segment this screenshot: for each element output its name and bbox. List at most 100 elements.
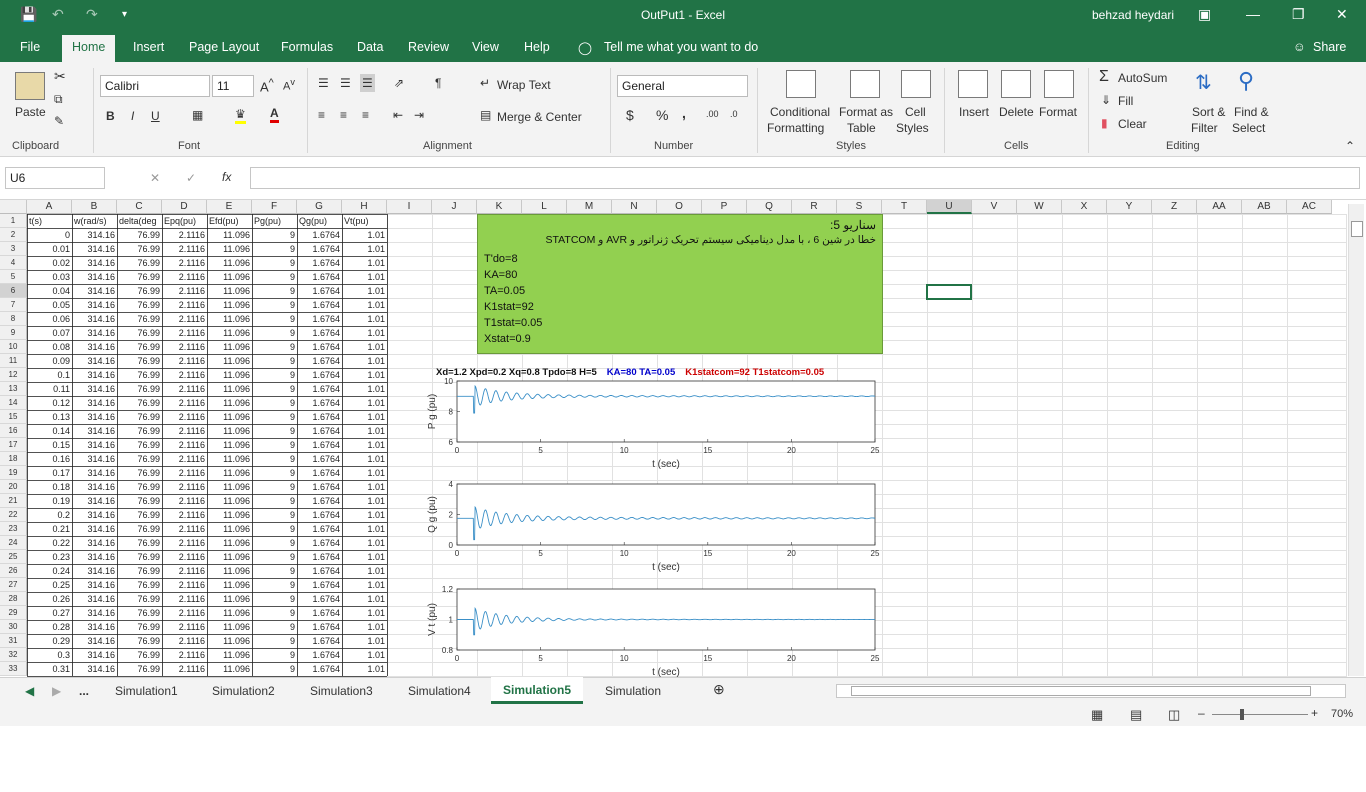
data-cell[interactable]: 9 xyxy=(252,606,297,620)
fill-color-icon[interactable]: ♛ xyxy=(235,107,246,124)
data-cell[interactable]: 76.99 xyxy=(117,634,162,648)
tab-file[interactable]: File xyxy=(20,40,40,54)
sheet-tab-simulation5[interactable]: Simulation5 xyxy=(491,677,584,704)
data-cell[interactable]: 1.01 xyxy=(342,466,387,480)
bold-button[interactable]: B xyxy=(106,109,115,123)
data-cell[interactable]: 0.11 xyxy=(27,382,72,396)
data-cell[interactable]: 314.16 xyxy=(72,592,117,606)
column-header-k[interactable]: K xyxy=(477,200,522,214)
data-cell[interactable]: 76.99 xyxy=(117,508,162,522)
header-cell[interactable]: Vt(pu) xyxy=(342,214,387,228)
data-cell[interactable]: 76.99 xyxy=(117,368,162,382)
data-cell[interactable]: 2.1116 xyxy=(162,284,207,298)
data-cell[interactable]: 314.16 xyxy=(72,354,117,368)
data-cell[interactable]: 2.1116 xyxy=(162,522,207,536)
data-cell[interactable]: 11.096 xyxy=(207,298,252,312)
data-cell[interactable]: 0.01 xyxy=(27,242,72,256)
data-cell[interactable]: 9 xyxy=(252,634,297,648)
decrease-decimal-icon[interactable]: .0 xyxy=(730,109,738,119)
delete-cells-icon[interactable] xyxy=(1001,70,1031,98)
data-cell[interactable]: 2.1116 xyxy=(162,340,207,354)
data-cell[interactable]: 11.096 xyxy=(207,438,252,452)
find-select-button[interactable]: Find & xyxy=(1234,105,1269,119)
data-cell[interactable]: 0.09 xyxy=(27,354,72,368)
data-cell[interactable]: 11.096 xyxy=(207,326,252,340)
data-cell[interactable]: 1.01 xyxy=(342,578,387,592)
data-cell[interactable]: 11.096 xyxy=(207,522,252,536)
data-cell[interactable]: 0.03 xyxy=(27,270,72,284)
column-header-u[interactable]: U xyxy=(927,200,972,214)
column-header-b[interactable]: B xyxy=(72,200,117,214)
row-header-6[interactable]: 6 xyxy=(0,284,27,298)
data-cell[interactable]: 1.01 xyxy=(342,228,387,242)
data-cell[interactable]: 0.12 xyxy=(27,396,72,410)
data-cell[interactable]: 1.6764 xyxy=(297,452,342,466)
data-cell[interactable]: 1.6764 xyxy=(297,578,342,592)
data-cell[interactable]: 0.2 xyxy=(27,508,72,522)
shrink-font-icon[interactable]: Av xyxy=(283,77,295,93)
data-cell[interactable]: 314.16 xyxy=(72,648,117,662)
data-cell[interactable]: 1.01 xyxy=(342,298,387,312)
name-box[interactable]: U6 xyxy=(5,167,105,189)
format-painter-icon[interactable]: ✎ xyxy=(54,114,64,128)
ribbon-display-icon[interactable]: ▣ xyxy=(1198,6,1211,23)
header-cell[interactable]: Epq(pu) xyxy=(162,214,207,228)
data-cell[interactable]: 1.6764 xyxy=(297,536,342,550)
data-cell[interactable]: 9 xyxy=(252,270,297,284)
data-cell[interactable]: 2.1116 xyxy=(162,396,207,410)
data-cell[interactable]: 314.16 xyxy=(72,508,117,522)
column-header-f[interactable]: F xyxy=(252,200,297,214)
increase-decimal-icon[interactable]: .00 xyxy=(706,109,719,119)
data-cell[interactable]: 11.096 xyxy=(207,466,252,480)
data-cell[interactable]: 314.16 xyxy=(72,312,117,326)
data-cell[interactable]: 314.16 xyxy=(72,368,117,382)
row-header-13[interactable]: 13 xyxy=(0,382,27,396)
format-as-table-button[interactable]: Format as xyxy=(839,105,893,119)
data-cell[interactable]: 2.1116 xyxy=(162,592,207,606)
data-cell[interactable]: 314.16 xyxy=(72,550,117,564)
data-cell[interactable]: 0.22 xyxy=(27,536,72,550)
data-cell[interactable]: 11.096 xyxy=(207,662,252,676)
data-cell[interactable]: 1.01 xyxy=(342,620,387,634)
conditional-formatting-button[interactable]: Conditional xyxy=(770,105,830,119)
row-header-30[interactable]: 30 xyxy=(0,620,27,634)
tab-home[interactable]: Home xyxy=(62,35,116,62)
row-header-10[interactable]: 10 xyxy=(0,340,27,354)
data-cell[interactable]: 314.16 xyxy=(72,620,117,634)
data-cell[interactable]: 11.096 xyxy=(207,564,252,578)
data-cell[interactable]: 0.16 xyxy=(27,452,72,466)
data-cell[interactable]: 1.01 xyxy=(342,508,387,522)
data-cell[interactable]: 11.096 xyxy=(207,634,252,648)
data-cell[interactable]: 2.1116 xyxy=(162,508,207,522)
data-cell[interactable]: 314.16 xyxy=(72,634,117,648)
row-header-2[interactable]: 2 xyxy=(0,228,27,242)
find-select-icon[interactable]: ⚲ xyxy=(1238,68,1254,94)
vertical-scrollbar[interactable] xyxy=(1348,204,1364,676)
insert-cells-button[interactable]: Insert xyxy=(959,105,989,119)
currency-button[interactable]: $ xyxy=(626,107,634,123)
data-cell[interactable]: 314.16 xyxy=(72,564,117,578)
data-cell[interactable]: 2.1116 xyxy=(162,228,207,242)
sheet-tab-simulation4[interactable]: Simulation4 xyxy=(408,684,471,698)
data-cell[interactable]: 9 xyxy=(252,592,297,606)
data-cell[interactable]: 9 xyxy=(252,480,297,494)
data-cell[interactable]: 76.99 xyxy=(117,312,162,326)
data-cell[interactable]: 2.1116 xyxy=(162,480,207,494)
data-cell[interactable]: 1.6764 xyxy=(297,592,342,606)
underline-button[interactable]: U xyxy=(151,109,160,123)
data-cell[interactable]: 1.6764 xyxy=(297,466,342,480)
data-cell[interactable]: 9 xyxy=(252,256,297,270)
column-header-m[interactable]: M xyxy=(567,200,612,214)
row-header-33[interactable]: 33 xyxy=(0,662,27,676)
normal-view-icon[interactable]: ▦ xyxy=(1091,707,1103,723)
data-cell[interactable]: 1.6764 xyxy=(297,508,342,522)
data-cell[interactable]: 1.6764 xyxy=(297,312,342,326)
data-cell[interactable]: 76.99 xyxy=(117,340,162,354)
data-cell[interactable]: 2.1116 xyxy=(162,410,207,424)
data-cell[interactable]: 1.6764 xyxy=(297,354,342,368)
data-cell[interactable]: 11.096 xyxy=(207,270,252,284)
data-cell[interactable]: 9 xyxy=(252,228,297,242)
data-cell[interactable]: 2.1116 xyxy=(162,578,207,592)
clear-button[interactable]: Clear xyxy=(1118,117,1147,131)
sheet-tab-simulation[interactable]: Simulation xyxy=(605,684,661,698)
